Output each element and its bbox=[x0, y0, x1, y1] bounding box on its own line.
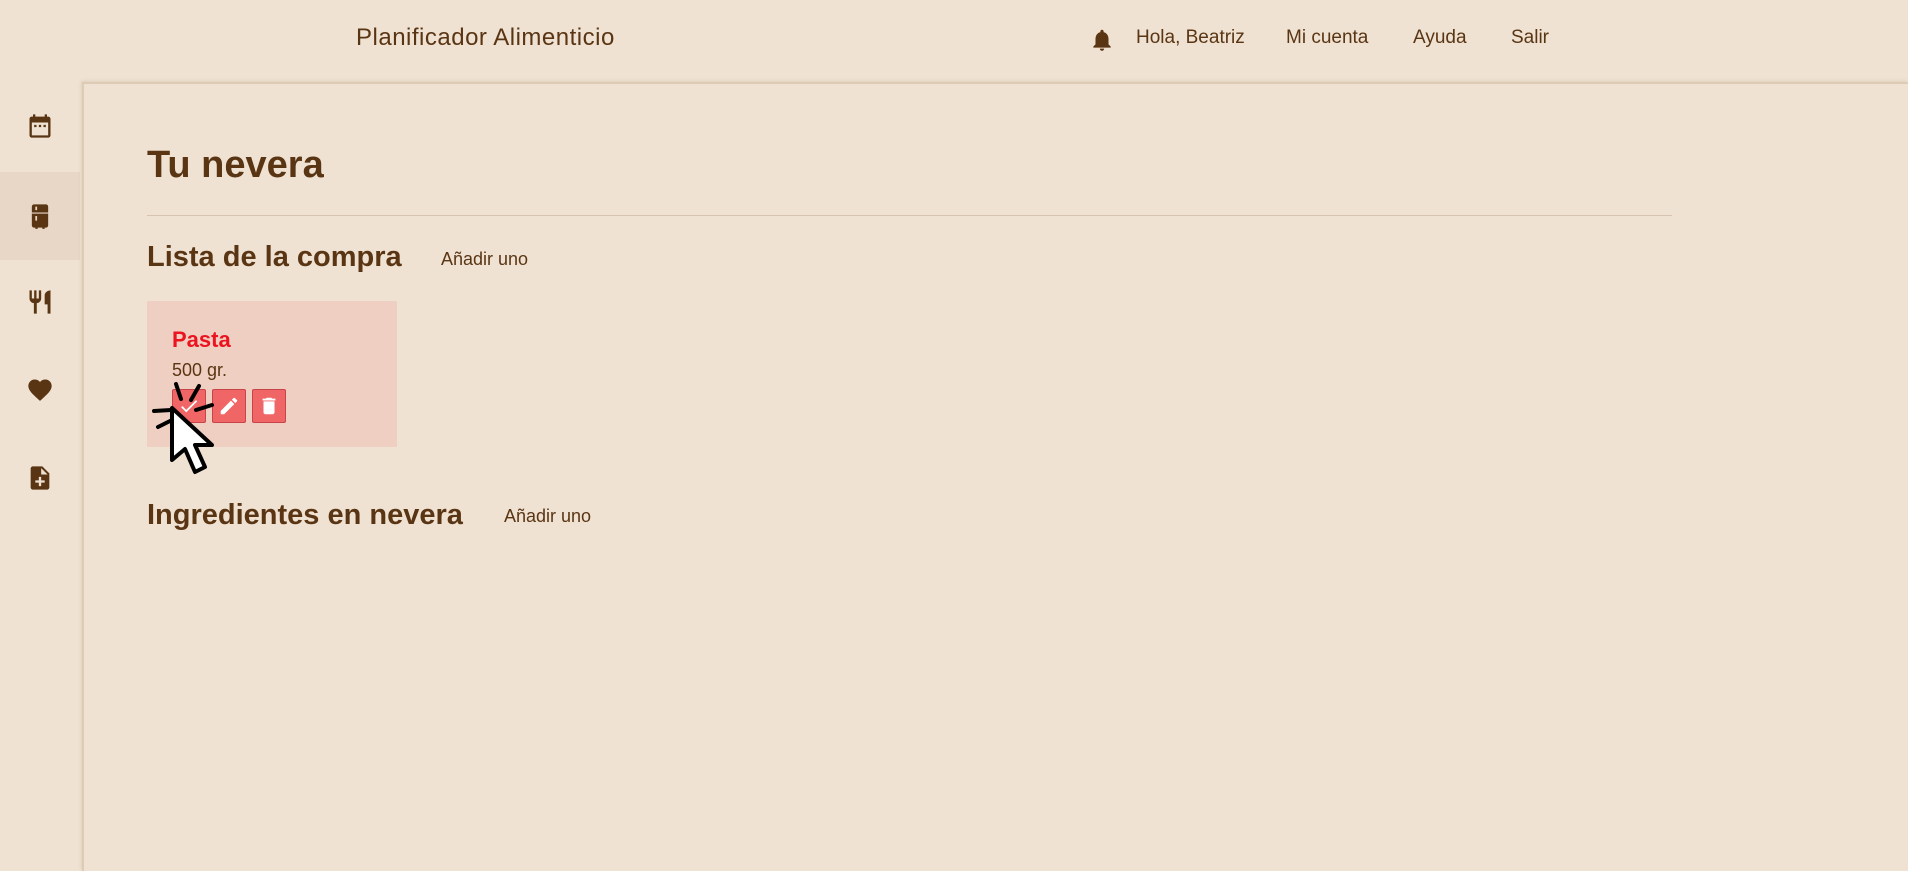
cutlery-icon bbox=[29, 290, 51, 314]
sidebar-item-favorites[interactable] bbox=[0, 346, 80, 434]
mark-bought-button[interactable] bbox=[172, 389, 206, 423]
delete-item-button[interactable] bbox=[252, 389, 286, 423]
add-shopping-item-link[interactable]: Añadir uno bbox=[441, 249, 528, 270]
logout-link[interactable]: Salir bbox=[1511, 27, 1549, 49]
check-icon bbox=[181, 400, 198, 413]
sidebar bbox=[0, 82, 80, 871]
sidebar-item-new-recipe[interactable] bbox=[0, 434, 80, 522]
app-title[interactable]: Planificador Alimenticio bbox=[356, 24, 615, 52]
help-link[interactable]: Ayuda bbox=[1413, 27, 1467, 49]
sidebar-item-recipes[interactable] bbox=[0, 258, 80, 346]
shopping-list-title: Lista de la compra bbox=[147, 241, 402, 273]
top-header: Planificador Alimenticio Hola, Beatriz M… bbox=[0, 0, 1908, 82]
account-link[interactable]: Mi cuenta bbox=[1286, 27, 1368, 49]
heart-icon bbox=[28, 379, 52, 401]
greeting-link[interactable]: Hola, Beatriz bbox=[1136, 27, 1245, 49]
item-quantity: 500 gr. bbox=[172, 360, 228, 380]
fridge-icon bbox=[31, 204, 49, 229]
bell-icon[interactable] bbox=[1089, 26, 1115, 54]
sidebar-item-fridge[interactable] bbox=[0, 172, 80, 260]
main-panel: Tu nevera Lista de la compra Añadir uno … bbox=[82, 82, 1908, 871]
page-title: Tu nevera bbox=[147, 144, 324, 186]
edit-item-button[interactable] bbox=[212, 389, 246, 423]
divider bbox=[147, 215, 1672, 216]
shopping-item-card: Pasta 500 gr. bbox=[147, 301, 397, 447]
fridge-ingredients-title: Ingredientes en nevera bbox=[147, 499, 463, 531]
add-document-icon bbox=[30, 466, 50, 490]
item-name: Pasta bbox=[172, 327, 231, 352]
calendar-icon bbox=[29, 114, 51, 138]
add-fridge-ingredient-link[interactable]: Añadir uno bbox=[504, 506, 591, 527]
sidebar-item-calendar[interactable] bbox=[0, 82, 80, 170]
pencil-icon bbox=[220, 397, 238, 415]
trash-icon bbox=[262, 397, 276, 415]
